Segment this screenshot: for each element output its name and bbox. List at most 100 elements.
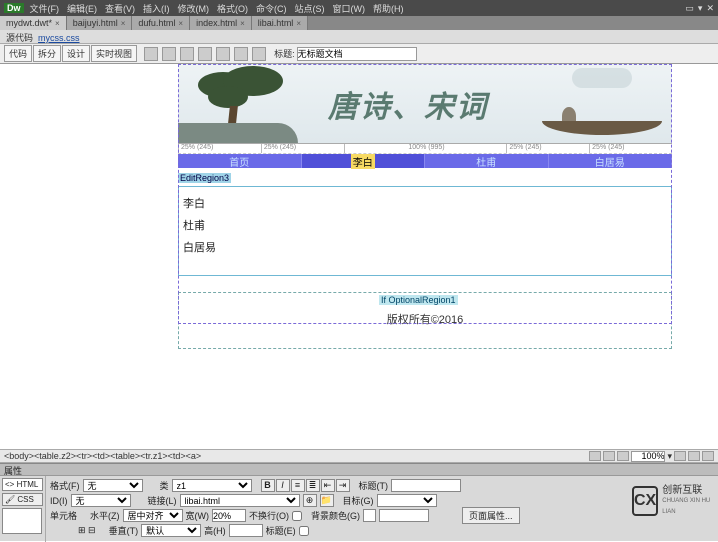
menu-site[interactable]: 站点(S) bbox=[295, 2, 325, 15]
menu-commands[interactable]: 命令(C) bbox=[256, 2, 287, 15]
toolbar-icon[interactable] bbox=[162, 47, 176, 61]
copyright-text: 版权所有©2016 bbox=[387, 311, 464, 327]
document-toolbar: 代码 拆分 设计 实时视图 标题: bbox=[0, 44, 718, 64]
vert-select[interactable]: 默认 bbox=[141, 524, 201, 537]
cell-label: 单元格 bbox=[50, 509, 77, 522]
menu-window[interactable]: 窗口(W) bbox=[333, 2, 366, 15]
doc-title-input[interactable] bbox=[297, 47, 417, 61]
indent-button[interactable]: ⇥ bbox=[336, 479, 350, 492]
optional-region-label[interactable]: If OptionalRegion1 bbox=[379, 295, 458, 305]
tag-selector-bar: <body><table.z2><tr><td><table><tr.z1><t… bbox=[0, 449, 718, 463]
editable-region[interactable]: 李白 杜甫 白居易 bbox=[178, 186, 672, 276]
close-icon[interactable]: × bbox=[296, 19, 301, 28]
view-code-button[interactable]: 代码 bbox=[4, 45, 32, 62]
design-view[interactable]: 唐诗、宋词 25% (245) 25% (245) 100% (995) 25%… bbox=[0, 64, 718, 449]
header-cell-label: 标题(E) bbox=[266, 524, 296, 537]
bold-button[interactable]: B bbox=[261, 479, 275, 492]
related-files-bar: 源代码 mycss.css bbox=[0, 30, 718, 44]
watermark-logo: CX 创新互联CHUANG XIN HU LIAN bbox=[632, 481, 714, 521]
file-tabs: mydwt.dwt*× baijuyi.html× dufu.html× ind… bbox=[0, 16, 718, 30]
nav-libai[interactable]: 李白 bbox=[302, 154, 426, 168]
prop-css-mode[interactable]: 🖌 CSS bbox=[2, 493, 43, 506]
properties-header[interactable]: 属性 bbox=[0, 464, 718, 476]
view-live-button[interactable]: 实时视图 bbox=[91, 45, 137, 62]
tab-baijuyi[interactable]: baijuyi.html× bbox=[67, 16, 133, 30]
nav-dufu[interactable]: 杜甫 bbox=[425, 154, 549, 168]
italic-button[interactable]: I bbox=[276, 479, 290, 492]
banner: 唐诗、宋词 bbox=[178, 64, 672, 144]
page-content: 唐诗、宋词 25% (245) 25% (245) 100% (995) 25%… bbox=[178, 64, 672, 349]
menu-help[interactable]: 帮助(H) bbox=[373, 2, 404, 15]
nav-baijuyi[interactable]: 白居易 bbox=[549, 154, 673, 168]
hand-tool-icon[interactable] bbox=[603, 451, 615, 461]
close-icon[interactable]: × bbox=[178, 19, 183, 28]
menu-insert[interactable]: 插入(I) bbox=[143, 2, 170, 15]
zoom-dropdown-icon[interactable]: ▾ bbox=[667, 451, 672, 462]
header-cell-checkbox[interactable] bbox=[299, 526, 309, 536]
bgcolor-swatch[interactable] bbox=[363, 509, 376, 522]
view-split-button[interactable]: 拆分 bbox=[33, 45, 61, 62]
toolbar-icon[interactable] bbox=[252, 47, 266, 61]
related-css-link[interactable]: mycss.css bbox=[38, 33, 80, 43]
id-select[interactable]: 无 bbox=[71, 494, 131, 507]
menu-view[interactable]: 查看(V) bbox=[105, 2, 135, 15]
ul-button[interactable]: ≡ bbox=[291, 479, 305, 492]
content-line[interactable]: 杜甫 bbox=[183, 217, 667, 233]
source-code-label[interactable]: 源代码 bbox=[6, 33, 33, 43]
content-line[interactable]: 李白 bbox=[183, 195, 667, 211]
horz-select[interactable]: 居中对齐 bbox=[123, 509, 183, 522]
nowrap-checkbox[interactable] bbox=[292, 511, 302, 521]
window-size-icon[interactable] bbox=[688, 451, 700, 461]
select-tool-icon[interactable] bbox=[589, 451, 601, 461]
properties-panel: 属性 <> HTML 🖌 CSS 格式(F) 无 类 z1 B I ≡ ≣ ⇤ … bbox=[0, 463, 718, 541]
page-properties-button[interactable]: 页面属性... bbox=[462, 507, 520, 524]
view-design-button[interactable]: 设计 bbox=[62, 45, 90, 62]
nav-home[interactable]: 首页 bbox=[178, 154, 302, 168]
bgcolor-input[interactable] bbox=[379, 509, 429, 522]
class-select[interactable]: z1 bbox=[172, 479, 252, 492]
width-input[interactable] bbox=[212, 509, 246, 522]
title-attr-input[interactable] bbox=[391, 479, 461, 492]
tab-libai[interactable]: libai.html× bbox=[252, 16, 308, 30]
title-attr-label: 标题(T) bbox=[359, 479, 389, 492]
format-select[interactable]: 无 bbox=[83, 479, 143, 492]
tag-path[interactable]: <body><table.z2><tr><td><table><tr.z1><t… bbox=[4, 451, 201, 461]
menu-edit[interactable]: 编辑(E) bbox=[67, 2, 97, 15]
tab-dufu[interactable]: dufu.html× bbox=[132, 16, 190, 30]
window-size-icon[interactable] bbox=[702, 451, 714, 461]
editable-region-label[interactable]: EditRegion3 bbox=[178, 173, 231, 183]
height-input[interactable] bbox=[229, 524, 263, 537]
toolbar-icon[interactable] bbox=[198, 47, 212, 61]
toolbar-icon[interactable] bbox=[180, 47, 194, 61]
link-combo[interactable]: libai.html bbox=[180, 494, 300, 507]
id-label: ID(I) bbox=[50, 496, 68, 506]
outdent-button[interactable]: ⇤ bbox=[321, 479, 335, 492]
zoom-tool-icon[interactable] bbox=[617, 451, 629, 461]
zoom-input[interactable] bbox=[631, 451, 665, 462]
nowrap-label: 不换行(O) bbox=[249, 509, 289, 522]
layout-icons[interactable]: ▭▾✕ bbox=[681, 3, 714, 14]
ol-button[interactable]: ≣ bbox=[306, 479, 320, 492]
point-to-file-icon[interactable]: ⊕ bbox=[303, 494, 317, 507]
boat-graphic bbox=[542, 95, 662, 135]
banner-title: 唐诗、宋词 bbox=[328, 82, 488, 126]
height-label: 高(H) bbox=[204, 524, 226, 537]
content-line[interactable]: 白居易 bbox=[183, 239, 667, 255]
close-icon[interactable]: × bbox=[121, 19, 126, 28]
toolbar-icon[interactable] bbox=[216, 47, 230, 61]
window-size-icon[interactable] bbox=[674, 451, 686, 461]
target-select[interactable] bbox=[377, 494, 437, 507]
close-icon[interactable]: × bbox=[55, 19, 60, 28]
close-icon[interactable]: × bbox=[240, 19, 245, 28]
menu-modify[interactable]: 修改(M) bbox=[178, 2, 210, 15]
menu-bar: Dw 文件(F) 编辑(E) 查看(V) 插入(I) 修改(M) 格式(O) 命… bbox=[0, 0, 718, 16]
menu-file[interactable]: 文件(F) bbox=[30, 2, 60, 15]
prop-html-mode[interactable]: <> HTML bbox=[2, 478, 43, 491]
optional-region: If OptionalRegion1 版权所有©2016 bbox=[178, 292, 672, 349]
browse-folder-icon[interactable]: 📁 bbox=[320, 494, 334, 507]
toolbar-icon[interactable] bbox=[144, 47, 158, 61]
tab-mydwt[interactable]: mydwt.dwt*× bbox=[0, 16, 67, 30]
menu-format[interactable]: 格式(O) bbox=[217, 2, 248, 15]
toolbar-icon[interactable] bbox=[234, 47, 248, 61]
tab-index[interactable]: index.html× bbox=[190, 16, 252, 30]
